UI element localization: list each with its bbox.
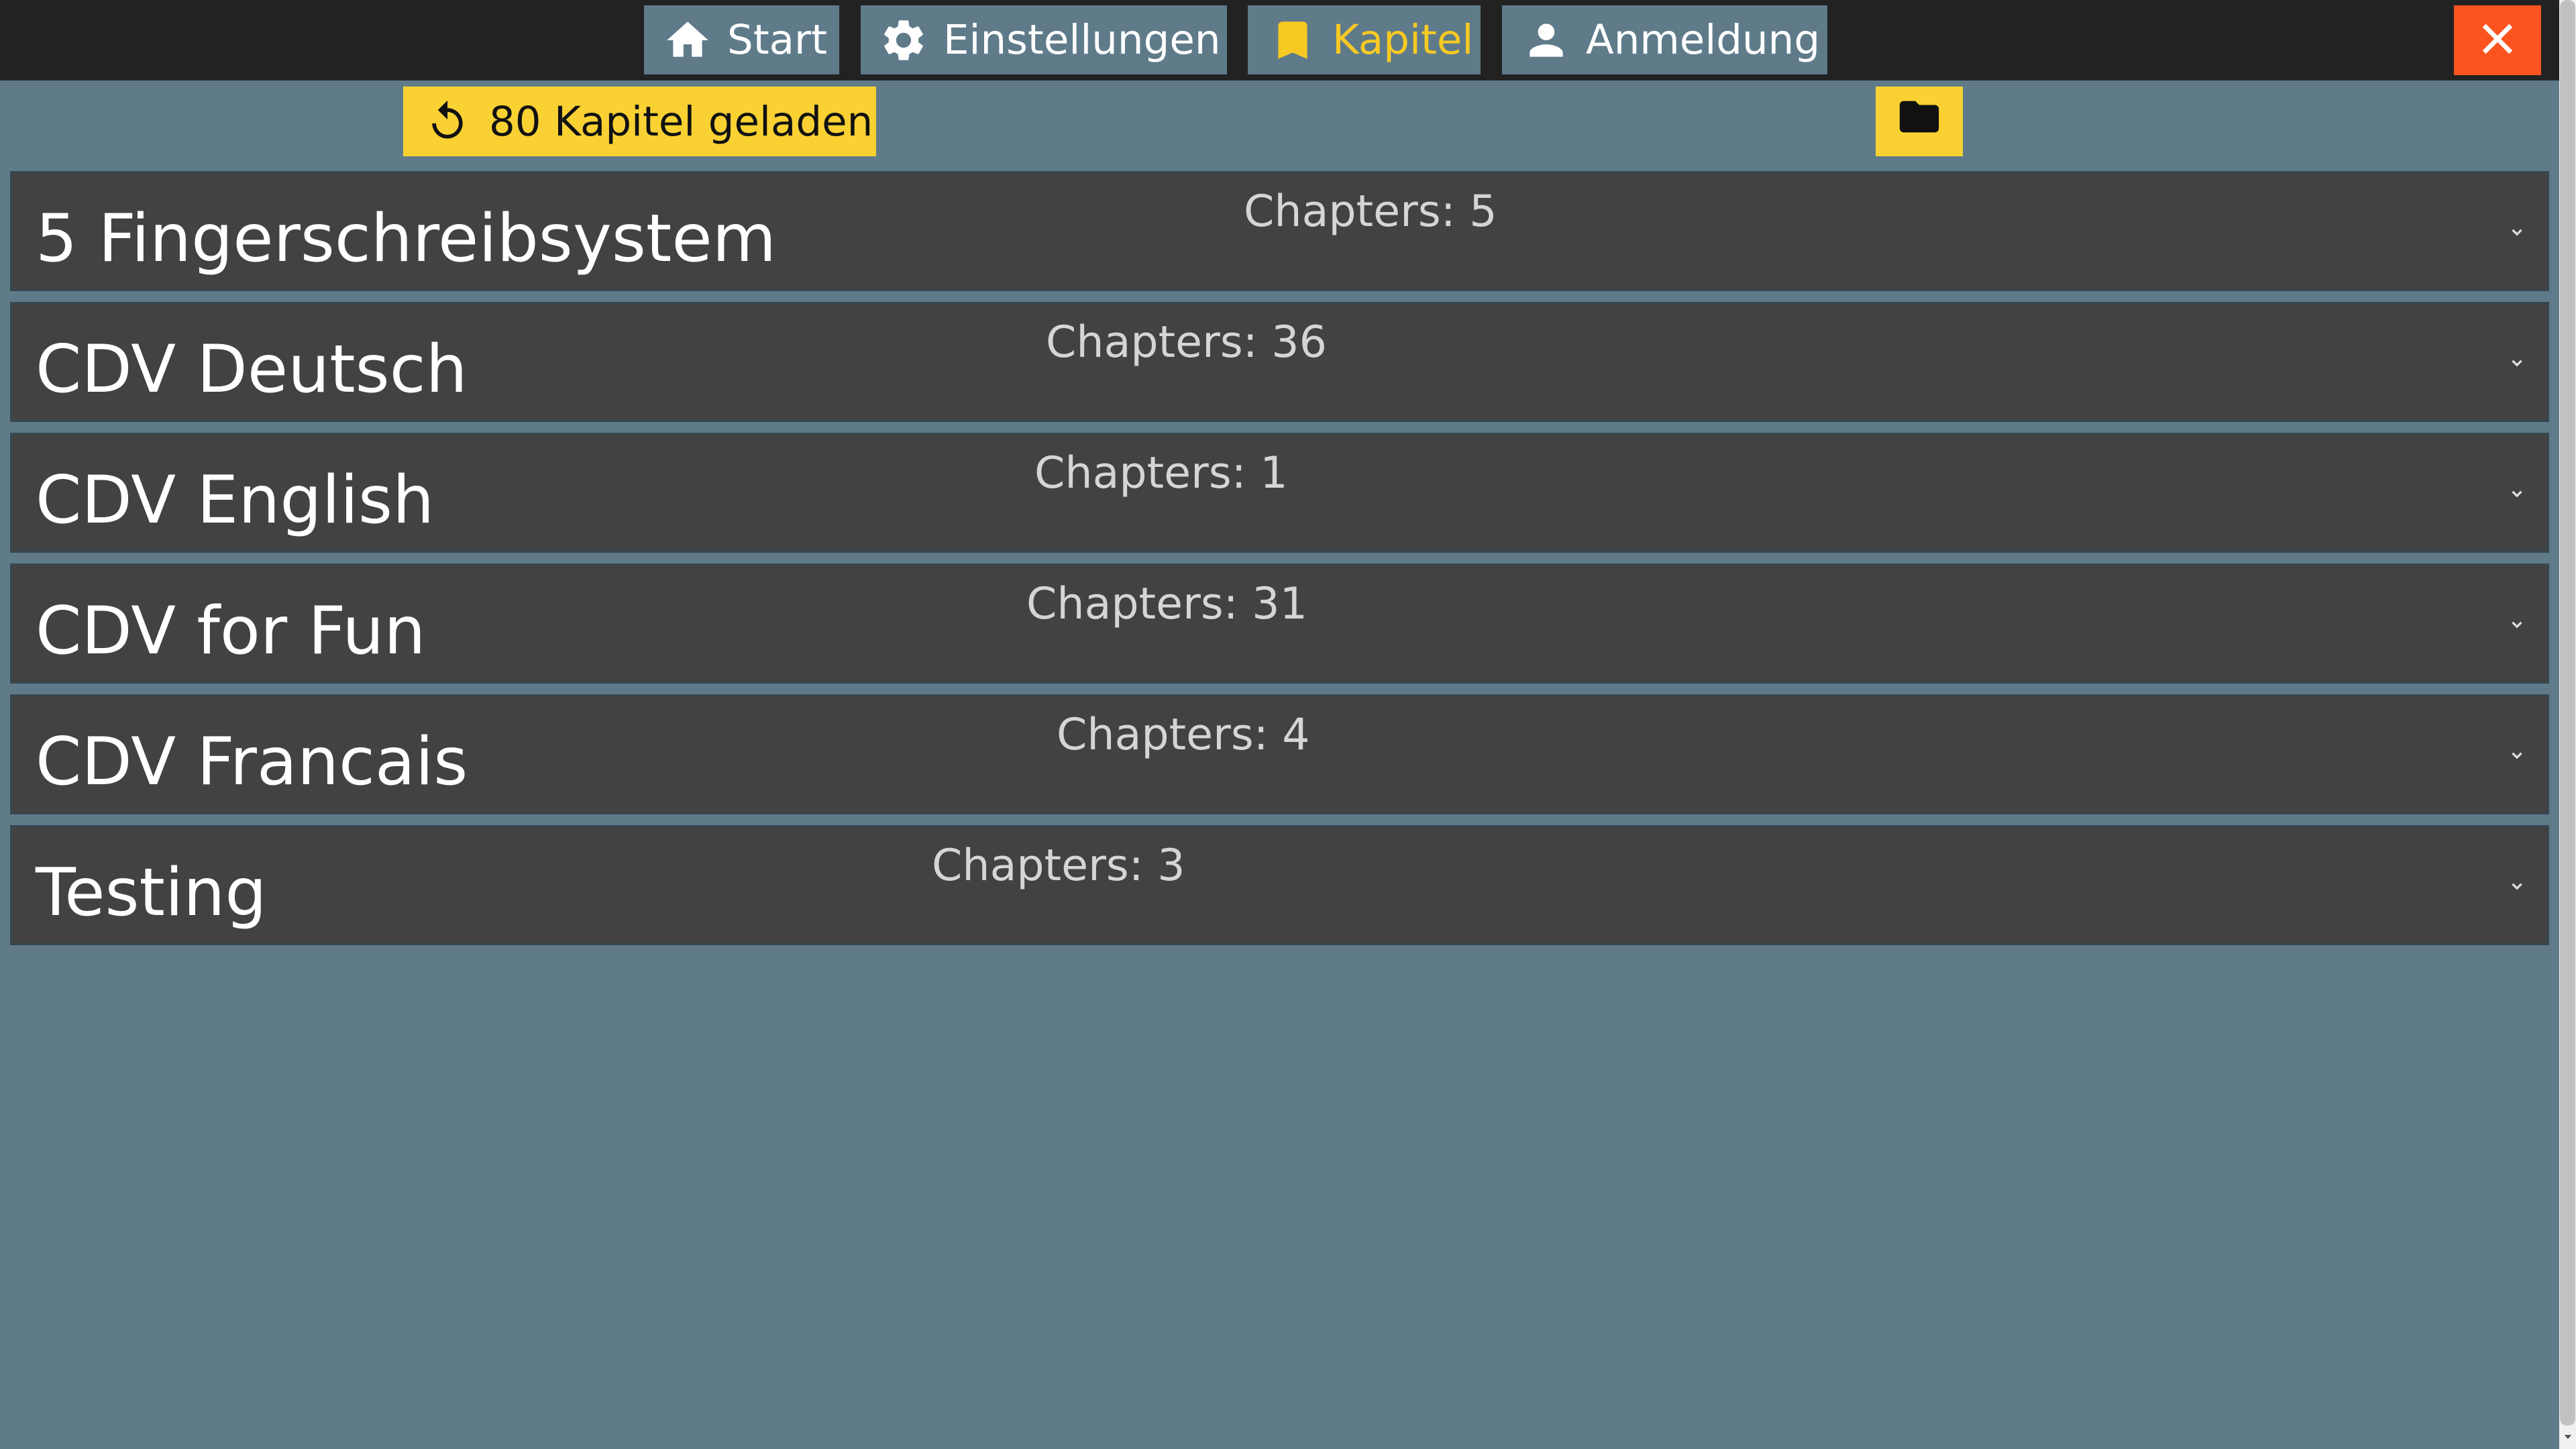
reload-icon [425,99,470,144]
nav-start-label: Start [727,16,828,64]
close-button[interactable] [2454,5,2541,75]
scrollbar-thumb[interactable] [2560,0,2575,1426]
chapter-count: Chapters: 3 [932,841,1185,891]
course-row[interactable]: CDV Deutsch Chapters: 36 [10,302,2549,422]
course-title: CDV for Fun [36,593,426,669]
reload-label: 80 Kapitel geladen [489,97,873,146]
course-row[interactable]: CDV Francais Chapters: 4 [10,694,2549,814]
course-row[interactable]: CDV English Chapters: 1 [10,433,2549,553]
course-row[interactable]: CDV for Fun Chapters: 31 [10,564,2549,684]
chapter-count: Chapters: 1 [1034,448,1288,498]
course-title: Testing [36,855,267,931]
reload-chapters-button[interactable]: 80 Kapitel geladen [403,87,876,156]
nav-chapters-button[interactable]: Kapitel [1248,5,1481,74]
nav-login-button[interactable]: Anmeldung [1502,5,1827,74]
folder-icon [1896,93,1943,150]
course-row[interactable]: 5 Fingerschreibsystem Chapters: 5 [10,171,2549,291]
bookmark-icon [1268,15,1318,65]
chevron-down-icon[interactable] [2504,219,2530,246]
close-icon [2480,21,2515,59]
chevron-down-icon[interactable] [2504,742,2530,769]
chapter-count: Chapters: 5 [1244,186,1497,237]
top-navigation-bar: Start Einstellungen Kapitel Anmeldung [0,0,2559,80]
scroll-down-arrow-icon[interactable] [2561,1428,2575,1446]
person-icon [1521,15,1571,65]
nav-settings-button[interactable]: Einstellungen [861,5,1227,74]
nav-chapters-label: Kapitel [1332,16,1474,64]
chapter-count: Chapters: 36 [1046,317,1328,368]
course-title: 5 Fingerschreibsystem [36,201,777,277]
course-list: 5 Fingerschreibsystem Chapters: 5 CDV De… [10,171,2549,956]
nav-settings-label: Einstellungen [943,16,1221,64]
nav-start-button[interactable]: Start [644,5,839,74]
course-title: CDV Deutsch [36,331,468,408]
course-title: CDV Francais [36,724,468,800]
home-icon [663,15,712,65]
chevron-down-icon[interactable] [2504,350,2530,376]
chapter-count: Chapters: 31 [1026,579,1308,629]
chevron-down-icon[interactable] [2504,611,2530,638]
chevron-down-icon[interactable] [2504,873,2530,900]
course-title: CDV English [36,462,435,539]
open-folder-button[interactable] [1876,87,1963,156]
chevron-down-icon[interactable] [2504,480,2530,507]
chapter-count: Chapters: 4 [1057,710,1310,760]
course-row[interactable]: Testing Chapters: 3 [10,825,2549,945]
gear-icon [879,15,928,65]
nav-login-label: Anmeldung [1586,16,1821,64]
